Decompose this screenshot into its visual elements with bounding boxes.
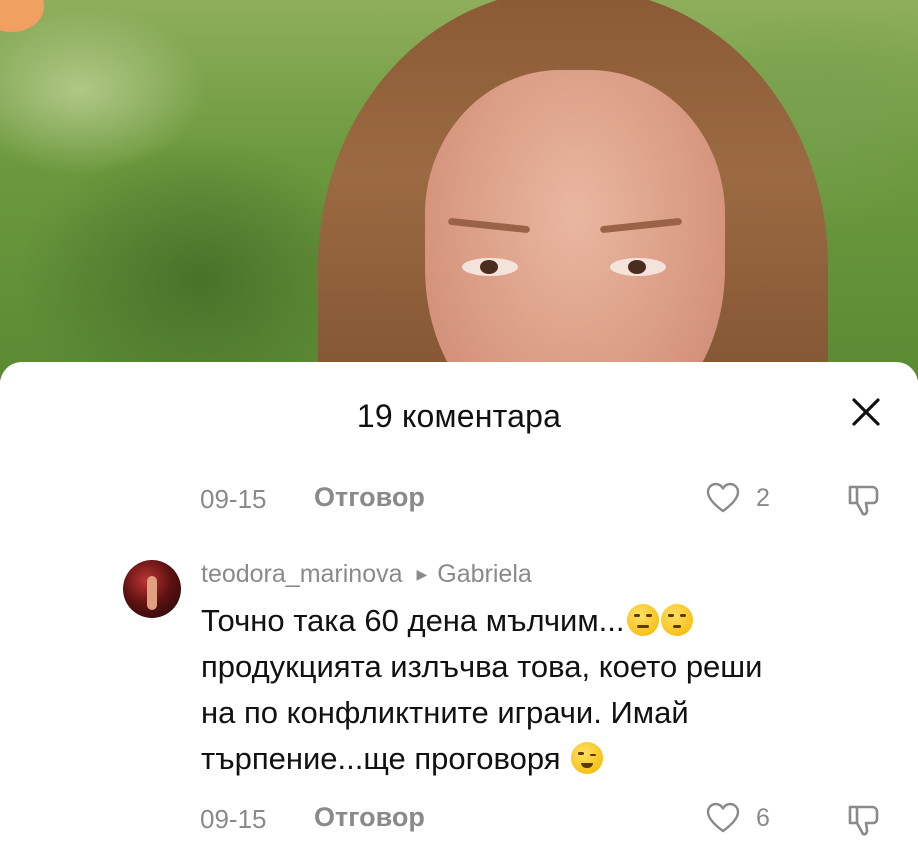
heart-icon[interactable] (706, 482, 740, 514)
comment-text-line: търпение...ще проговоря (201, 741, 561, 776)
comment-meta-row: 09-15 Отговор 6 (200, 802, 918, 838)
dislike-icon[interactable] (846, 802, 882, 838)
comment-text-line: продукцията излъчва това, което реши (201, 649, 763, 684)
avatar[interactable] (123, 560, 181, 618)
comment-username[interactable]: teodora_marinova (201, 560, 403, 588)
reply-button[interactable]: Отговор (314, 482, 425, 513)
comment-date: 09-15 (200, 484, 267, 514)
like-count: 6 (756, 804, 770, 832)
reply-button[interactable]: Отговор (314, 802, 425, 833)
comment-date: 09-15 (200, 804, 267, 834)
comment-text: Точно така 60 дена мълчим... продукцията… (201, 598, 891, 782)
wink-emoji (571, 742, 604, 774)
close-icon (852, 398, 880, 426)
chevron-right-icon: ▶ (416, 566, 428, 582)
heart-icon[interactable] (706, 802, 740, 834)
dislike-icon[interactable] (846, 482, 882, 518)
close-button[interactable] (846, 392, 886, 432)
eye-left (462, 258, 518, 276)
reply-to-username[interactable]: Gabriela (437, 560, 532, 588)
comments-count-title: 19 коментара (356, 398, 562, 434)
thinking-emoji (660, 604, 693, 636)
comment-text-line: на по конфликтните играчи. Имай (201, 695, 689, 730)
app-badge (0, 0, 44, 32)
unamused-emoji (626, 604, 659, 636)
video-background[interactable] (0, 0, 918, 380)
like-count: 2 (756, 484, 770, 512)
comment-text-line: Точно така 60 дена мълчим... (201, 603, 625, 638)
eye-right (610, 258, 666, 276)
comment-meta-row: 09-15 Отговор 2 (200, 482, 918, 518)
comment-header: teodora_marinova ▶ Gabriela (201, 560, 532, 594)
comments-sheet: 19 коментара 09-15 Отговор 2 teodora_mar… (0, 362, 918, 847)
